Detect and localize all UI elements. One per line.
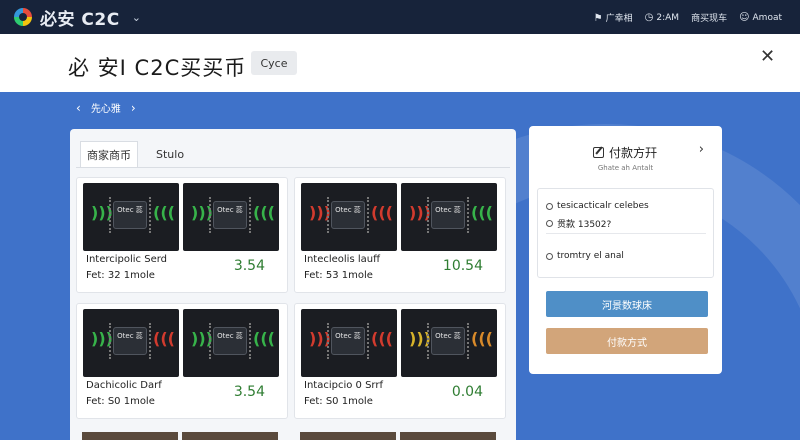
product-image — [82, 432, 178, 440]
cycle-button[interactable]: Cyce — [251, 51, 297, 75]
close-icon[interactable]: ✕ — [760, 46, 775, 67]
divider — [546, 233, 706, 234]
listing-name: Intacipcio 0 Srrf — [304, 380, 383, 391]
signal-icon: ((( — [471, 329, 493, 348]
product-image: ))) Otec 蕊 ((( — [401, 183, 497, 251]
signal-icon: ((( — [371, 203, 393, 222]
signal-icon: ((( — [253, 329, 275, 348]
product-image: ))) Otec 蕊 ((( — [83, 183, 179, 251]
status-area: ⚑ 广幸相 ◷ 2:AM 商买现车 ☺ Amoat — [594, 0, 782, 34]
user-menu[interactable]: ☺ Amoat — [739, 12, 782, 23]
listing-card[interactable]: ))) Otec 蕊 ((( ))) Otec 蕊 ((( Intercipol… — [76, 177, 288, 293]
product-image: ))) Otec 蕊 ((( — [183, 183, 279, 251]
product-image: ))) Otec 蕊 ((( — [301, 183, 397, 251]
listing-name: Dachicolic Darf — [86, 380, 162, 391]
listing-card[interactable]: ))) Otec 蕊 ((( ))) Otec 蕊 ((( Dachicolic… — [76, 303, 288, 419]
product-image — [300, 432, 396, 440]
chevron-right-icon[interactable]: › — [131, 101, 136, 115]
user-icon: ☺ — [739, 11, 750, 23]
listing-card[interactable]: ))) Otec 蕊 ((( ))) Otec 蕊 ((( Intecleoli… — [294, 177, 506, 293]
product-image: ))) Otec 蕊 ((( — [83, 309, 179, 377]
listing-name: Intecleolis lauff — [304, 254, 380, 265]
listing-meta: Fet: 53 1mole — [304, 270, 373, 281]
edit-icon — [593, 147, 604, 158]
listing-price: 10.54 — [442, 258, 483, 274]
chip-icon: Otec 蕊 — [431, 201, 465, 229]
listing-meta: Fet: 32 1mole — [86, 270, 155, 281]
payment-header[interactable]: 付款方幵 — [593, 144, 657, 161]
listing-card[interactable]: ))) Otec 蕊 ((( ))) Otec 蕊 ((( Intacipcio… — [294, 303, 506, 419]
page-title: 必 安I C2C买买币 — [68, 56, 247, 80]
product-image: ))) Otec 蕊 ((( — [301, 309, 397, 377]
payment-panel: 付款方幵 › Ghate ah Antalt tesicacticalr cel… — [529, 126, 722, 374]
page-header: 必 安I C2C买买币 Cyce ✕ — [0, 34, 800, 92]
app-title: 必安 C2C — [40, 9, 120, 30]
status-item-1[interactable]: ⚑ 广幸相 — [594, 11, 633, 24]
product-image — [182, 432, 278, 440]
main-page: 必 安I C2C买买币 Cyce ✕ ‹ 先心雅 › 商家商币 Stulo ))… — [0, 34, 800, 440]
listing-meta: Fet: S0 1mole — [304, 396, 373, 407]
chip-icon: Otec 蕊 — [431, 327, 465, 355]
listing-panel: 商家商币 Stulo ))) Otec 蕊 ((( ))) Otec 蕊 (((… — [70, 129, 516, 440]
chip-icon: Otec 蕊 — [113, 201, 147, 229]
chip-icon: Otec 蕊 — [331, 327, 365, 355]
top-bar: 必安 C2C ⌄ ⚑ 广幸相 ◷ 2:AM 商买现车 ☺ Amoat — [0, 0, 800, 34]
signal-icon: ((( — [471, 203, 493, 222]
listing-meta: Fet: S0 1mole — [86, 396, 155, 407]
status-item-3[interactable]: 商买现车 — [691, 11, 727, 24]
chip-icon: Otec 蕊 — [213, 327, 247, 355]
listing-price: 3.54 — [233, 258, 265, 274]
payment-title: 付款方幵 — [609, 146, 658, 160]
breadcrumb: ‹ 先心雅 › — [76, 100, 136, 116]
chevron-down-icon[interactable]: ⌄ — [132, 11, 141, 24]
listing-name: Intercipolic Serd — [86, 254, 168, 265]
radio-icon[interactable] — [546, 202, 553, 210]
chip-icon: Otec 蕊 — [213, 201, 247, 229]
signal-icon: ((( — [153, 203, 175, 222]
clock-icon: ◷ — [644, 11, 654, 23]
notice-icon: ⚑ — [593, 12, 603, 24]
primary-button[interactable]: 河景数球床 — [546, 291, 708, 317]
product-image: ))) Otec 蕊 ((( — [183, 309, 279, 377]
tab-divider — [76, 167, 510, 168]
status-time: ◷ 2:AM — [644, 11, 680, 23]
chip-icon: Otec 蕊 — [331, 201, 365, 229]
payment-info-box: tesicacticalr celebes 贯款 13502? tromtry … — [537, 188, 714, 278]
signal-icon: ((( — [253, 203, 275, 222]
info-line: tesicacticalr celebes — [546, 201, 649, 211]
info-line: 贯款 13502? — [546, 217, 611, 230]
chip-icon: Otec 蕊 — [113, 327, 147, 355]
tab-merchant[interactable]: 商家商币 — [80, 141, 138, 167]
tab-studio[interactable]: Stulo — [150, 141, 190, 167]
chevron-left-icon[interactable]: ‹ — [76, 101, 81, 115]
chevron-right-icon[interactable]: › — [699, 142, 704, 157]
product-image: ))) Otec 蕊 ((( — [401, 309, 497, 377]
app-logo-icon — [14, 8, 32, 26]
nav-label[interactable]: 先心雅 — [91, 100, 121, 115]
signal-icon: ((( — [371, 329, 393, 348]
info-line: tromtry el anal — [546, 251, 624, 261]
listing-price: 0.04 — [451, 384, 483, 400]
radio-icon[interactable] — [546, 220, 553, 227]
payment-method-button[interactable]: 付款方式 — [546, 328, 708, 354]
product-image — [400, 432, 496, 440]
signal-icon: ((( — [153, 329, 175, 348]
listing-price: 3.54 — [233, 384, 265, 400]
payment-subtitle: Ghate ah Antalt — [597, 164, 654, 172]
radio-icon[interactable] — [546, 252, 553, 260]
